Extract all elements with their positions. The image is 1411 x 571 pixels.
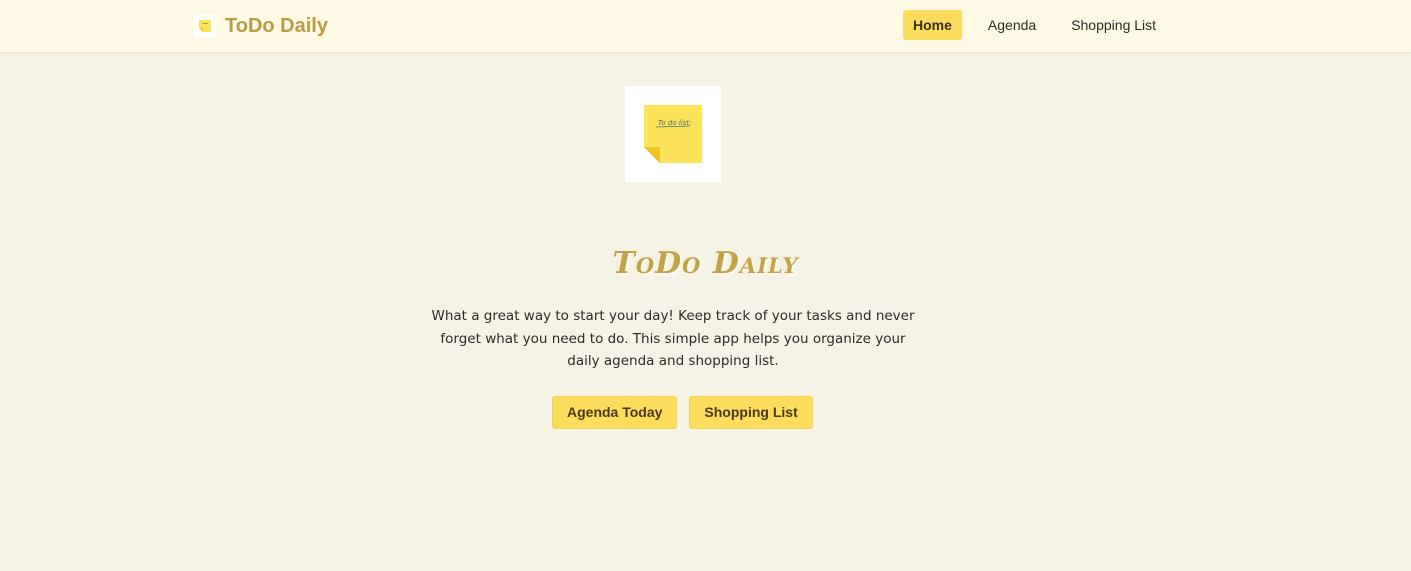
sticky-note-icon — [194, 15, 216, 37]
nav-link-home[interactable]: Home — [903, 10, 962, 40]
hero-description: What a great way to start your day! Keep… — [431, 308, 915, 369]
brand-link[interactable]: ToDo Daily — [194, 13, 328, 39]
nav-link-shopping-list[interactable]: Shopping List — [1061, 10, 1166, 40]
brand-title: ToDo Daily — [225, 15, 328, 37]
agenda-today-button[interactable]: Agenda Today — [552, 396, 678, 429]
nav-link-agenda[interactable]: Agenda — [978, 10, 1046, 40]
shopping-list-button[interactable]: Shopping List — [689, 396, 813, 429]
navbar: ToDo Daily Home Agenda Shopping List — [0, 0, 1411, 53]
hero-image: To do list: — [625, 86, 721, 182]
nav-links: Home Agenda Shopping List — [903, 10, 1166, 40]
sticky-note-todo-list-icon: To do list: — [643, 105, 702, 164]
hero-title: ToDo Daily — [612, 246, 799, 281]
hero-buttons: Agenda Today Shopping List — [552, 396, 813, 429]
